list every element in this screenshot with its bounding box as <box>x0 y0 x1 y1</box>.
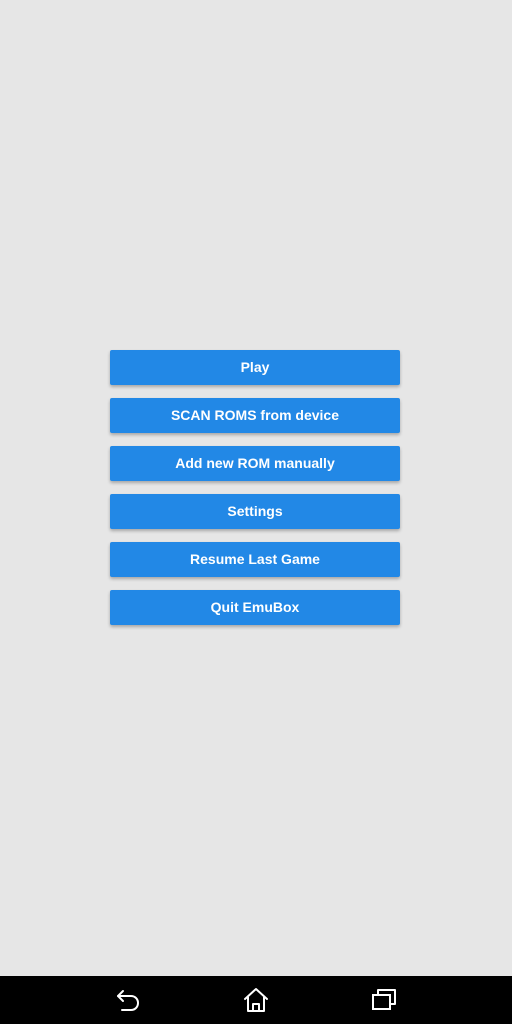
resume-last-game-button[interactable]: Resume Last Game <box>110 542 400 577</box>
back-icon <box>117 990 139 1011</box>
nav-home-button[interactable] <box>224 976 288 1024</box>
system-navigation-bar <box>0 976 512 1024</box>
settings-button[interactable]: Settings <box>110 494 400 529</box>
play-button[interactable]: Play <box>110 350 400 385</box>
main-menu: Play SCAN ROMS from device Add new ROM m… <box>110 350 400 638</box>
recent-apps-icon <box>372 989 396 1010</box>
home-icon <box>244 988 268 1012</box>
scan-roms-button[interactable]: SCAN ROMS from device <box>110 398 400 433</box>
add-rom-manually-button[interactable]: Add new ROM manually <box>110 446 400 481</box>
quit-emubox-button[interactable]: Quit EmuBox <box>110 590 400 625</box>
nav-recent-apps-button[interactable] <box>352 976 416 1024</box>
app-screen: Play SCAN ROMS from device Add new ROM m… <box>0 0 512 976</box>
nav-back-button[interactable] <box>96 976 160 1024</box>
